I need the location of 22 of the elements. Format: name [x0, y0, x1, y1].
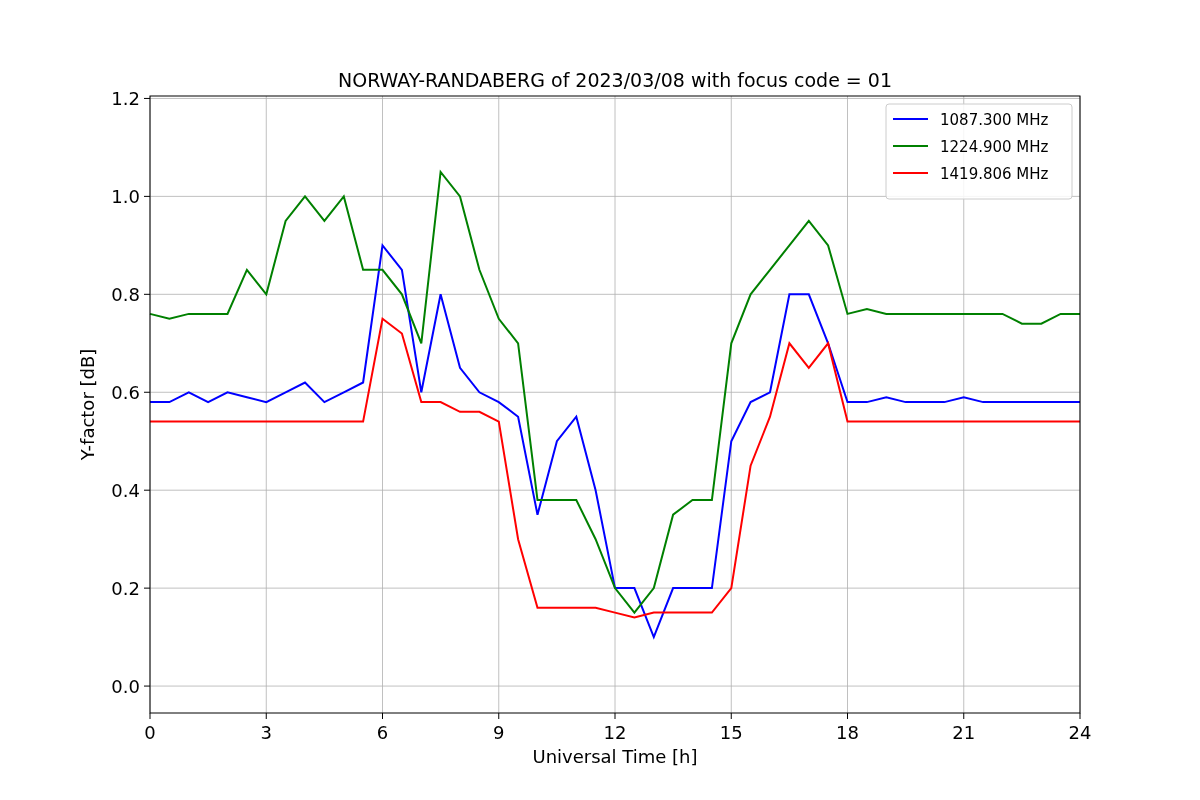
x-tick-label: 9: [493, 722, 505, 743]
x-tick-label: 3: [260, 722, 272, 743]
legend-label: 1419.806 MHz: [940, 165, 1049, 183]
chart-title: NORWAY-RANDABERG of 2023/03/08 with focus code = 01: [338, 69, 892, 91]
x-tick-label: 24: [1068, 722, 1092, 743]
y-tick-label: 1.2: [111, 88, 140, 110]
legend-label: 1224.900 MHz: [940, 138, 1049, 156]
x-tick-label: 18: [836, 722, 859, 743]
y-tick-label: 0.2: [111, 578, 140, 600]
x-tick-label: 0: [144, 722, 156, 743]
x-tick-label: 12: [603, 722, 627, 743]
y-tick-label: 0.8: [111, 284, 140, 306]
y-axis-label: Y-factor [dB]: [77, 348, 98, 461]
legend-label: 1087.300 MHz: [940, 111, 1049, 129]
y-tick-label: 0.0: [111, 676, 140, 698]
x-tick-label: 15: [719, 722, 743, 743]
x-tick-label: 6: [376, 722, 389, 743]
x-axis-label: Universal Time [h]: [532, 746, 698, 767]
y-tick-label: 0.6: [111, 382, 140, 404]
y-tick-label: 1.0: [111, 186, 140, 208]
x-tick-label: 21: [952, 722, 976, 743]
y-tick-label: 0.4: [111, 480, 140, 502]
